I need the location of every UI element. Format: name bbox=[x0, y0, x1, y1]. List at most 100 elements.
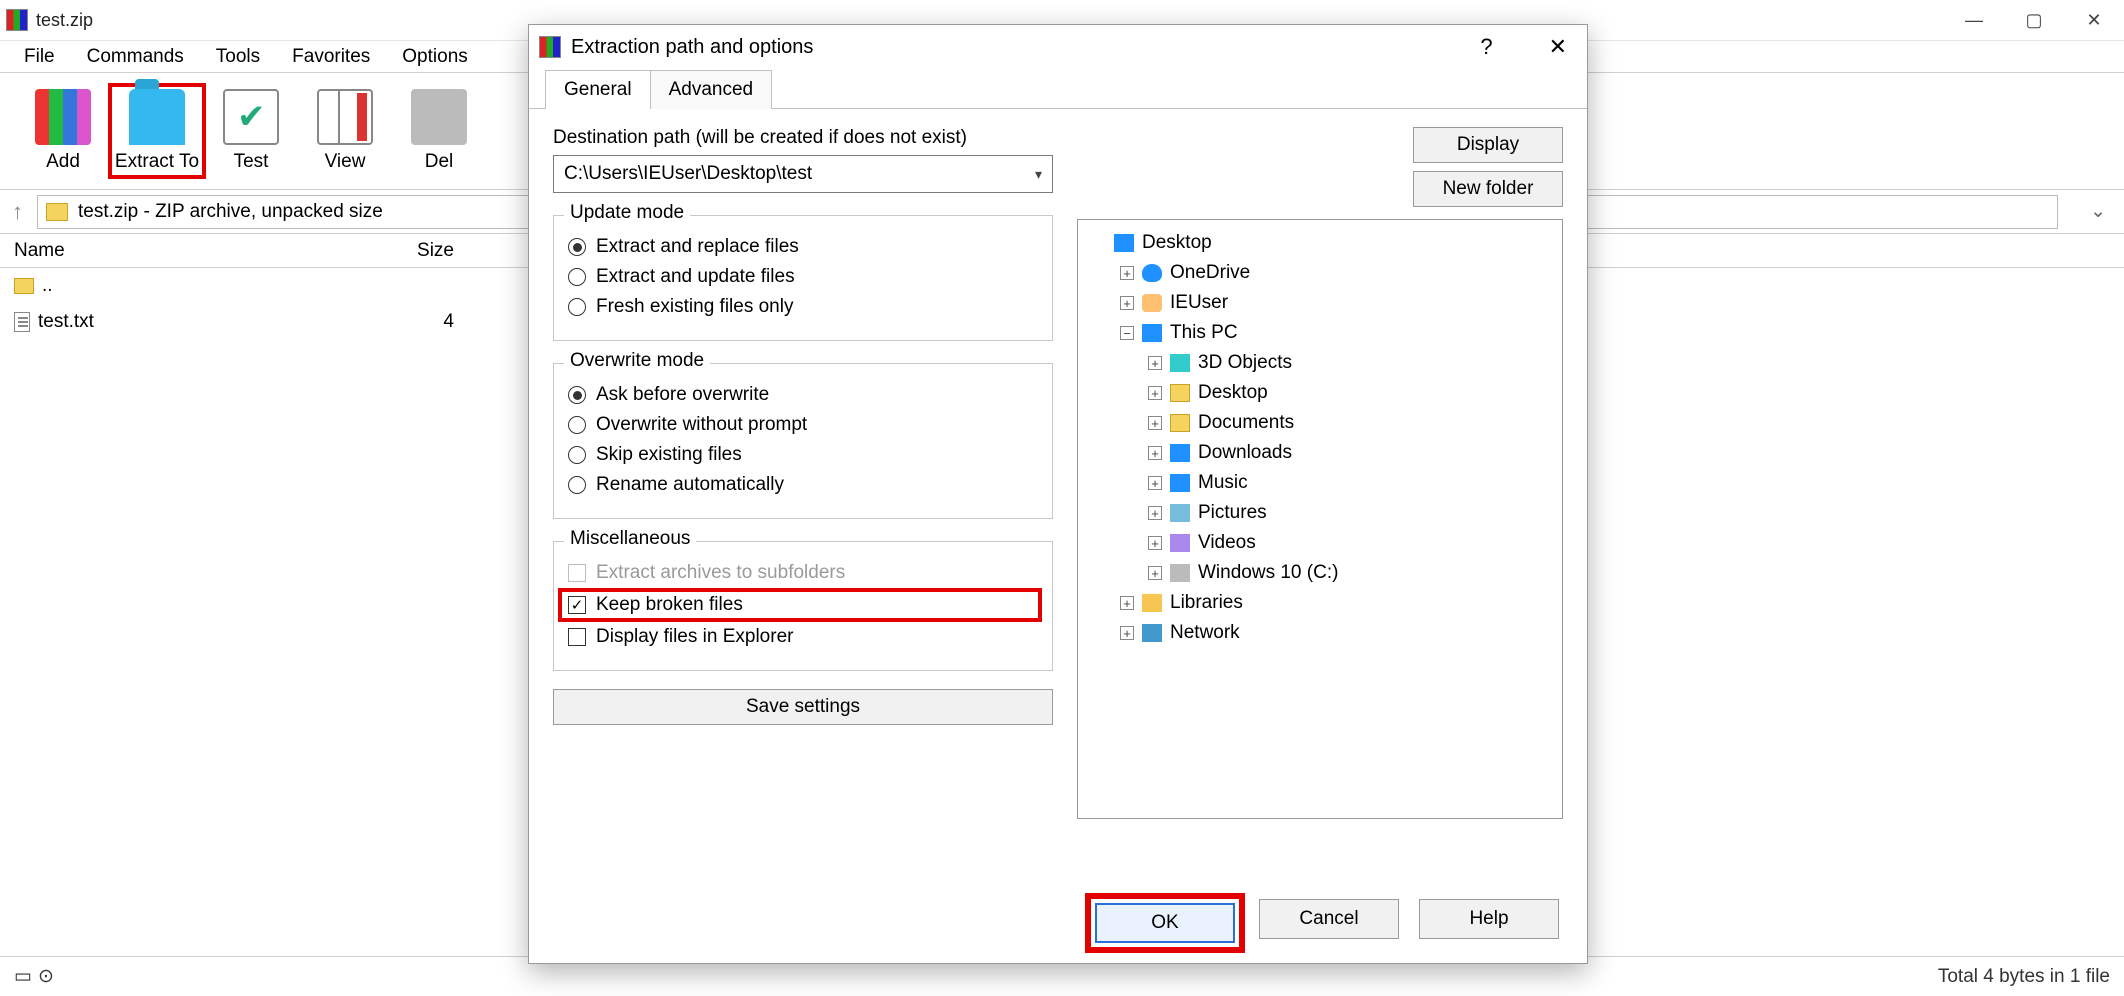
toolbar-delete[interactable]: Del bbox=[392, 89, 486, 173]
user-icon bbox=[1142, 294, 1162, 312]
tree-node[interactable]: +Pictures bbox=[1084, 498, 1556, 528]
radio-ask-overwrite[interactable]: Ask before overwrite bbox=[568, 384, 1038, 406]
status-icons: ▭ ⊙ bbox=[14, 965, 54, 988]
menu-file[interactable]: File bbox=[10, 42, 69, 72]
radio-fresh-existing[interactable]: Fresh existing files only bbox=[568, 296, 1038, 318]
add-icon bbox=[35, 89, 91, 145]
new-folder-button[interactable]: New folder bbox=[1413, 171, 1563, 207]
expand-icon[interactable]: + bbox=[1148, 386, 1162, 400]
tree-label: Documents bbox=[1198, 412, 1294, 434]
check-display-explorer[interactable]: Display files in Explorer bbox=[568, 626, 1038, 648]
expand-icon[interactable]: + bbox=[1120, 596, 1134, 610]
address-dropdown-icon[interactable]: ⌄ bbox=[2072, 200, 2124, 223]
expand-icon[interactable]: + bbox=[1148, 506, 1162, 520]
tree-node[interactable]: +Videos bbox=[1084, 528, 1556, 558]
folder-up-icon bbox=[14, 278, 34, 294]
folder-tree[interactable]: Desktop + OneDrive + IEUser − This PC +3D Objec… bbox=[1077, 219, 1563, 819]
tree-label: OneDrive bbox=[1170, 262, 1250, 284]
toolbar-view[interactable]: View bbox=[298, 89, 392, 173]
menu-options[interactable]: Options bbox=[388, 42, 481, 72]
cloud-icon bbox=[1142, 264, 1162, 282]
window-title: test.zip bbox=[36, 10, 93, 31]
radio-rename-auto[interactable]: Rename automatically bbox=[568, 474, 1038, 496]
dialog-close-icon[interactable]: ✕ bbox=[1539, 28, 1577, 66]
lib-icon bbox=[1142, 594, 1162, 612]
fold-icon bbox=[1170, 414, 1190, 432]
maximize-button[interactable]: ▢ bbox=[2004, 0, 2064, 40]
dialog-help-icon[interactable]: ? bbox=[1470, 28, 1502, 66]
overwrite-mode-group: Overwrite mode Ask before overwrite Over… bbox=[553, 363, 1053, 519]
dialog-tabs: General Advanced bbox=[529, 69, 1587, 109]
expand-icon[interactable]: + bbox=[1148, 536, 1162, 550]
tree-node[interactable]: +Downloads bbox=[1084, 438, 1556, 468]
expand-icon[interactable]: + bbox=[1120, 266, 1134, 280]
tree-node[interactable]: +Libraries bbox=[1084, 588, 1556, 618]
text-file-icon bbox=[14, 312, 30, 332]
check-keep-broken[interactable]: Keep broken files bbox=[562, 592, 1038, 618]
dialog-footer: OK Cancel Help bbox=[529, 899, 1587, 947]
tab-advanced[interactable]: Advanced bbox=[650, 70, 773, 109]
up-icon[interactable]: ↑ bbox=[12, 199, 23, 225]
tree-node[interactable]: Desktop bbox=[1084, 228, 1556, 258]
desktop-icon bbox=[1114, 234, 1134, 252]
tree-node[interactable]: +3D Objects bbox=[1084, 348, 1556, 378]
dialog-title: Extraction path and options bbox=[571, 36, 813, 59]
tree-node[interactable]: + Documents bbox=[1084, 408, 1556, 438]
drive-icon bbox=[1170, 564, 1190, 582]
expand-icon[interactable]: − bbox=[1120, 326, 1134, 340]
tree-label: Desktop bbox=[1198, 382, 1268, 404]
toolbar-extract-to[interactable]: Extract To bbox=[110, 85, 204, 177]
battery-icon: ▭ bbox=[14, 965, 32, 988]
status-text: Total 4 bytes in 1 file bbox=[1938, 966, 2110, 988]
expand-icon[interactable]: + bbox=[1148, 566, 1162, 580]
tree-node[interactable]: + Desktop bbox=[1084, 378, 1556, 408]
view-icon bbox=[317, 89, 373, 145]
menu-favorites[interactable]: Favorites bbox=[278, 42, 384, 72]
down-icon bbox=[1170, 444, 1190, 462]
toolbar-test[interactable]: Test bbox=[204, 89, 298, 173]
tree-node[interactable]: + Windows 10 (C:) bbox=[1084, 558, 1556, 588]
destination-path-combo[interactable]: C:\Users\IEUser\Desktop\test ▾ bbox=[553, 155, 1053, 193]
tree-node[interactable]: + OneDrive bbox=[1084, 258, 1556, 288]
pic-icon bbox=[1170, 504, 1190, 522]
destination-label: Destination path (will be created if doe… bbox=[553, 127, 1053, 149]
close-button[interactable]: ✕ bbox=[2064, 0, 2124, 40]
radio-overwrite-noprompt[interactable]: Overwrite without prompt bbox=[568, 414, 1038, 436]
expand-icon[interactable]: + bbox=[1120, 296, 1134, 310]
ok-button[interactable]: OK bbox=[1095, 903, 1235, 943]
tree-label: IEUser bbox=[1170, 292, 1228, 314]
tree-label: Windows 10 (C:) bbox=[1198, 562, 1338, 584]
help-button[interactable]: Help bbox=[1419, 899, 1559, 939]
tree-node[interactable]: + Network bbox=[1084, 618, 1556, 648]
radio-extract-update[interactable]: Extract and update files bbox=[568, 266, 1038, 288]
net-icon bbox=[1142, 624, 1162, 642]
expand-icon[interactable]: + bbox=[1120, 626, 1134, 640]
minimize-button[interactable]: — bbox=[1944, 0, 2004, 40]
test-icon bbox=[223, 89, 279, 145]
display-button[interactable]: Display bbox=[1413, 127, 1563, 163]
expand-icon[interactable]: + bbox=[1148, 416, 1162, 430]
toolbar-add[interactable]: Add bbox=[16, 89, 110, 173]
save-settings-button[interactable]: Save settings bbox=[553, 689, 1053, 725]
dialog-titlebar: Extraction path and options ? ✕ bbox=[529, 25, 1587, 69]
tree-label: Network bbox=[1170, 622, 1240, 644]
radio-extract-replace[interactable]: Extract and replace files bbox=[568, 236, 1038, 258]
menu-commands[interactable]: Commands bbox=[73, 42, 198, 72]
radio-skip-existing[interactable]: Skip existing files bbox=[568, 444, 1038, 466]
winrar-icon bbox=[539, 36, 561, 58]
tree-label: Desktop bbox=[1142, 232, 1212, 254]
pc-icon bbox=[1142, 324, 1162, 342]
tab-general[interactable]: General bbox=[545, 70, 651, 109]
expand-icon[interactable]: + bbox=[1148, 356, 1162, 370]
col-name[interactable]: Name bbox=[0, 240, 300, 262]
expand-icon[interactable]: + bbox=[1148, 446, 1162, 460]
address-text: test.zip - ZIP archive, unpacked size bbox=[78, 201, 383, 223]
col-size[interactable]: Size bbox=[300, 240, 480, 262]
cancel-button[interactable]: Cancel bbox=[1259, 899, 1399, 939]
tree-node[interactable]: +Music bbox=[1084, 468, 1556, 498]
tree-node[interactable]: + IEUser bbox=[1084, 288, 1556, 318]
tree-node[interactable]: − This PC bbox=[1084, 318, 1556, 348]
expand-icon[interactable]: + bbox=[1148, 476, 1162, 490]
tree-label: This PC bbox=[1170, 322, 1238, 344]
menu-tools[interactable]: Tools bbox=[202, 42, 274, 72]
